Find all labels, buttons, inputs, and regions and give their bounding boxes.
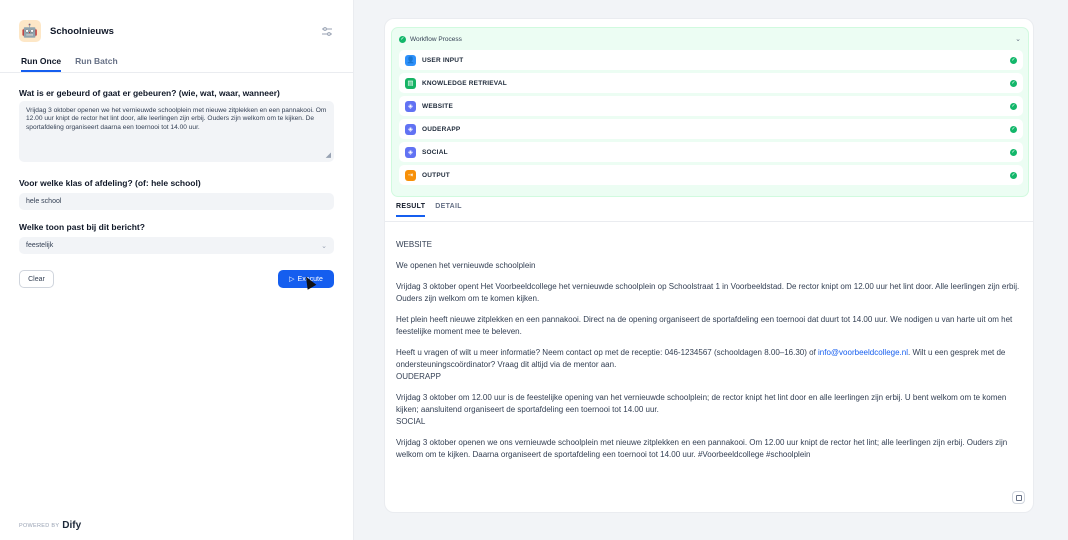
workflow-step-website[interactable]: ◈ WEBSITE ✓: [399, 96, 1023, 116]
tone-select[interactable]: feestelijk ⌄: [19, 237, 334, 254]
check-circle-icon: ✓: [1010, 148, 1017, 156]
llm-icon: ◈: [405, 100, 416, 112]
llm-icon: ◈: [405, 146, 416, 158]
workflow-step-knowledge-retrieval[interactable]: ▤ KNOWLEDGE RETRIEVAL ✓: [399, 73, 1023, 93]
powered-by-label: POWERED BY: [19, 522, 60, 529]
step-label: WEBSITE: [422, 102, 454, 110]
result-content: WEBSITE We openen het vernieuwde schoolp…: [396, 239, 1026, 470]
run-panel: 🤖 Schoolnieuws Run Once Run Batch Wat is…: [0, 0, 354, 540]
tab-result[interactable]: RESULT: [396, 203, 426, 217]
workflow-step-ouderapp[interactable]: ◈ OUDERAPP ✓: [399, 119, 1023, 139]
result-tabs: RESULT DETAIL: [396, 203, 462, 217]
ouderapp-text: Vrijdag 3 oktober om 12.00 uur is de fee…: [396, 393, 1007, 414]
website-paragraph-3: Heeft u vragen of wilt u meer informatie…: [396, 347, 1026, 383]
step-label: USER INPUT: [422, 56, 464, 64]
workflow-step-output[interactable]: ⇥ OUTPUT ✓: [399, 165, 1023, 185]
dify-logo: Dify: [62, 520, 82, 531]
step-label: OUDERAPP: [422, 125, 461, 133]
result-tab-divider: [385, 221, 1033, 222]
tab-run-batch[interactable]: Run Batch: [75, 56, 118, 72]
workflow-header[interactable]: ✓ Workflow Process ⌄: [399, 35, 1021, 43]
clear-button[interactable]: Clear: [19, 270, 54, 288]
check-circle-icon: ✓: [1010, 125, 1017, 133]
play-icon: ▷: [289, 276, 295, 283]
tab-detail[interactable]: DETAIL: [435, 203, 462, 217]
step-label: OUTPUT: [422, 171, 450, 179]
output-icon: ⇥: [405, 169, 416, 181]
workflow-step-user-input[interactable]: 👤 USER INPUT ✓: [399, 50, 1023, 70]
ouderapp-paragraph: Vrijdag 3 oktober om 12.00 uur is de fee…: [396, 392, 1026, 428]
website-contact-text: Heeft u vragen of wilt u meer informatie…: [396, 348, 819, 357]
check-circle-icon: ✓: [1010, 171, 1017, 179]
website-paragraph-2: Het plein heeft nieuwe zitplekken en een…: [396, 315, 1013, 336]
event-question-label: Wat is er gebeurd of gaat er gebeuren? (…: [19, 88, 280, 98]
audience-input-value: hele school: [26, 198, 62, 205]
llm-icon: ◈: [405, 123, 416, 135]
check-circle-icon: ✓: [399, 35, 406, 43]
workflow-title: Workflow Process: [410, 35, 462, 43]
section-heading-social: SOCIAL: [396, 417, 426, 426]
powered-by: POWERED BY Dify: [19, 520, 81, 531]
run-mode-tabs: Run Once Run Batch: [21, 56, 118, 72]
audience-input[interactable]: hele school: [19, 193, 334, 210]
app-header: 🤖 Schoolnieuws: [19, 20, 334, 42]
step-label: SOCIAL: [422, 148, 448, 156]
database-icon: ▤: [405, 77, 416, 89]
copy-icon[interactable]: [1012, 491, 1025, 504]
app-title: Schoolnieuws: [50, 25, 114, 37]
step-label: KNOWLEDGE RETRIEVAL: [422, 79, 507, 87]
website-title: We openen het vernieuwde schoolplein: [396, 261, 536, 270]
section-heading-ouderapp: OUDERAPP: [396, 372, 441, 381]
tab-divider: [0, 72, 353, 73]
tone-question-label: Welke toon past bij dit bericht?: [19, 222, 145, 232]
event-textarea[interactable]: Vrijdag 3 oktober openen we het vernieuw…: [19, 101, 334, 162]
robot-icon: 🤖: [19, 20, 41, 42]
check-circle-icon: ✓: [1010, 56, 1017, 64]
event-textarea-value: Vrijdag 3 oktober openen we het vernieuw…: [26, 107, 327, 131]
website-paragraph-1: Vrijdag 3 oktober opent Het Voorbeeldcol…: [396, 282, 1020, 303]
audience-question-label: Voor welke klas of afdeling? (of: hele s…: [19, 178, 201, 188]
section-heading-website: WEBSITE: [396, 240, 433, 249]
chevron-down-icon[interactable]: ⌄: [1015, 35, 1021, 43]
workflow-step-social[interactable]: ◈ SOCIAL ✓: [399, 142, 1023, 162]
workflow-process: ✓ Workflow Process ⌄ 👤 USER INPUT ✓ ▤ KN…: [391, 27, 1029, 197]
tone-select-value: feestelijk: [26, 242, 54, 249]
chevron-down-icon: ⌄: [321, 242, 327, 250]
user-icon: 👤: [405, 54, 416, 66]
social-paragraph: Vrijdag 3 oktober openen we ons vernieuw…: [396, 438, 1008, 459]
result-panel: ✓ Workflow Process ⌄ 👤 USER INPUT ✓ ▤ KN…: [384, 18, 1034, 513]
resize-handle-icon[interactable]: ◢: [326, 152, 331, 160]
check-circle-icon: ✓: [1010, 102, 1017, 110]
email-link[interactable]: info@voorbeeldcollege.nl: [818, 348, 908, 357]
tab-run-once[interactable]: Run Once: [21, 56, 62, 72]
check-circle-icon: ✓: [1010, 79, 1017, 87]
sliders-icon[interactable]: [320, 24, 334, 38]
